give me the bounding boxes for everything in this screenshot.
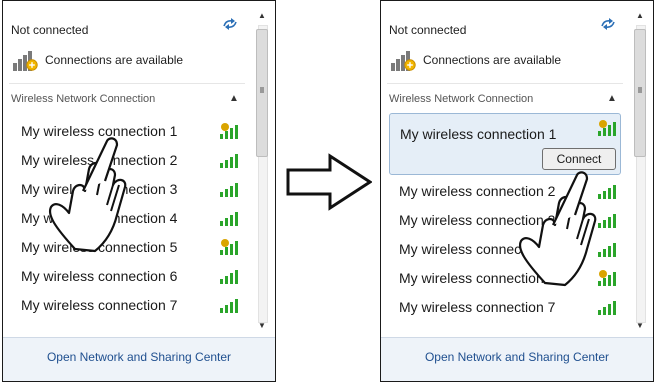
network-available-icon	[391, 51, 416, 71]
section-label: Wireless Network Connection	[11, 93, 156, 105]
wifi-signal-icon	[220, 270, 238, 284]
network-flyout-after: Not connected Connections are available …	[380, 0, 654, 382]
open-network-sharing-center-link[interactable]: Open Network and Sharing Center	[381, 350, 653, 364]
scroll-thumb[interactable]	[634, 29, 646, 157]
connections-available: Connections are available	[389, 45, 561, 75]
network-item[interactable]: My wireless connection 7	[399, 299, 555, 315]
wifi-signal-icon	[598, 301, 616, 315]
scroll-up-icon[interactable]: ▲	[257, 9, 267, 23]
selected-network-label: My wireless connection 1	[400, 126, 557, 142]
wifi-signal-icon	[220, 123, 238, 139]
chevron-up-icon[interactable]: ▲	[229, 93, 239, 104]
wifi-signal-icon	[220, 183, 238, 197]
footer: Open Network and Sharing Center	[3, 337, 275, 381]
wifi-signal-icon	[598, 120, 616, 136]
network-flyout-before: Not connected Connections are available …	[2, 0, 276, 382]
network-available-icon	[13, 51, 38, 71]
network-item[interactable]: My wireless connection 6	[21, 268, 177, 284]
connection-status: Not connected	[11, 23, 89, 37]
scroll-down-icon[interactable]: ▼	[257, 319, 267, 333]
scrollbar[interactable]: ▲ ▼	[633, 9, 646, 333]
arrow-right-icon	[286, 153, 372, 211]
divider	[387, 83, 623, 84]
connections-available: Connections are available	[11, 45, 183, 75]
available-text: Connections are available	[423, 53, 562, 67]
footer: Open Network and Sharing Center	[381, 337, 653, 381]
resize-grip[interactable]	[638, 87, 642, 93]
connection-status: Not connected	[389, 23, 467, 37]
scroll-up-icon[interactable]: ▲	[635, 9, 645, 23]
divider	[9, 83, 245, 84]
open-network-sharing-center-link[interactable]: Open Network and Sharing Center	[3, 350, 275, 364]
refresh-icon[interactable]	[221, 17, 239, 31]
resize-grip[interactable]	[260, 87, 264, 93]
chevron-up-icon[interactable]: ▲	[607, 93, 617, 104]
wifi-signal-icon	[220, 212, 238, 226]
scroll-thumb[interactable]	[256, 29, 268, 157]
network-item[interactable]: My wireless connection 7	[21, 297, 177, 313]
wifi-signal-icon	[220, 154, 238, 168]
refresh-icon[interactable]	[599, 17, 617, 31]
wifi-signal-icon	[220, 239, 238, 255]
hand-pointer-icon	[518, 171, 597, 287]
available-text: Connections are available	[45, 53, 184, 67]
wifi-signal-icon	[220, 299, 238, 313]
scrollbar[interactable]: ▲ ▼	[255, 9, 268, 333]
hand-pointer-icon	[48, 137, 127, 253]
scroll-down-icon[interactable]: ▼	[635, 319, 645, 333]
section-label: Wireless Network Connection	[389, 93, 534, 105]
